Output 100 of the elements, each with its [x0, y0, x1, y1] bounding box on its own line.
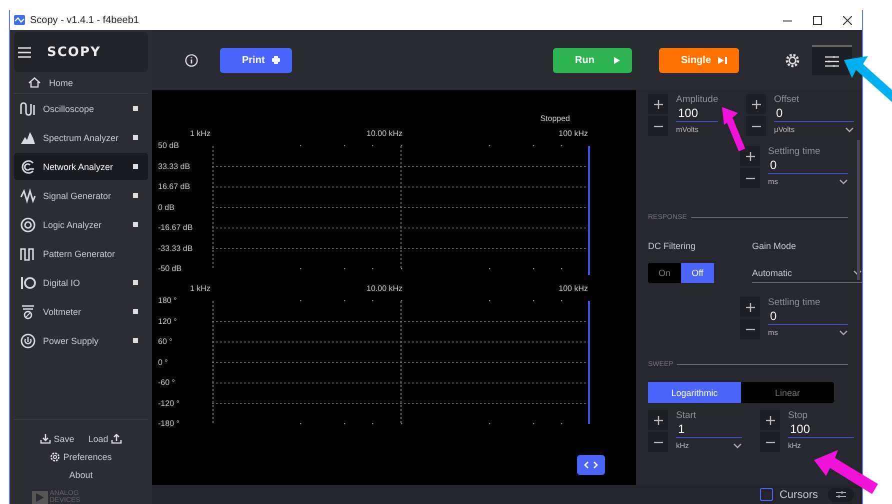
home-link[interactable]: Home [14, 72, 148, 94]
field-label: Stop [788, 410, 809, 422]
cursors-checkbox[interactable]: Cursors [760, 488, 818, 501]
download-icon [40, 434, 51, 444]
increment-button[interactable] [746, 94, 766, 114]
sidebar-item[interactable]: Voltmeter [14, 298, 148, 325]
field-label: Start [676, 410, 698, 422]
axis-label: -16.67 dB [158, 222, 194, 234]
decrement-button[interactable] [648, 116, 668, 136]
chevron-down-icon [839, 330, 848, 336]
decrement-button[interactable] [648, 432, 668, 452]
increment-button[interactable] [740, 297, 760, 317]
status-label: Stopped [540, 114, 570, 123]
print-button[interactable]: Print [220, 48, 292, 72]
sidebar-item[interactable]: Logic Analyzer [14, 211, 148, 238]
axis-label: 100 kHz [558, 128, 588, 138]
bar-circle-icon [20, 274, 36, 290]
field-label: Gain Mode [752, 241, 798, 251]
meter-icon [20, 304, 36, 320]
toggle-option[interactable]: On [648, 263, 681, 283]
axis-label: 0 dB [158, 202, 176, 214]
plus-icon [766, 416, 774, 424]
value-field[interactable]: 0 [768, 158, 848, 174]
pointer-arrow [842, 54, 892, 104]
decrement-button[interactable] [760, 432, 780, 452]
step-icon [718, 56, 727, 64]
settings-button[interactable] [785, 52, 800, 68]
plus-icon [654, 416, 662, 424]
increment-button[interactable] [760, 410, 780, 430]
info-button[interactable] [185, 54, 198, 66]
plus-icon [654, 100, 662, 108]
app-logo: SCOPY [47, 44, 101, 60]
axis-label: 120 ° [158, 316, 178, 328]
pointer-arrow [721, 106, 745, 152]
wave-icon [20, 100, 36, 116]
sliders-icon [836, 491, 846, 498]
field-label: Amplitude [676, 94, 718, 106]
chevron-down-icon [839, 178, 848, 184]
axis-label: 100 kHz [558, 284, 588, 292]
save-button[interactable]: Save [40, 434, 74, 444]
chevron-down-icon [853, 270, 862, 276]
toggle-option[interactable]: Off [681, 263, 714, 283]
increment-button[interactable] [648, 94, 668, 114]
gain-mode-dropdown[interactable]: Automatic [752, 263, 862, 283]
axis-label: 33.33 dB [158, 160, 192, 172]
value-field[interactable]: 100 [788, 422, 854, 438]
chevron-down-icon [845, 126, 854, 132]
settings-icon [785, 52, 800, 68]
sidebar-item[interactable]: Network Analyzer [14, 153, 148, 180]
spiral-icon [20, 158, 36, 174]
axis-label: -50 dB [158, 263, 183, 275]
axis-label: 60 ° [158, 336, 174, 348]
close-icon [842, 16, 852, 24]
axis-label: 50 dB [158, 140, 180, 152]
axis-label: 10.00 kHz [366, 284, 403, 292]
sidebar-item[interactable]: Digital IO [14, 269, 148, 296]
upload-icon [111, 434, 122, 444]
sliders-button[interactable] [828, 488, 854, 502]
about-button[interactable]: About [69, 470, 93, 480]
axis-label: 0 ° [158, 356, 169, 368]
axis-label: 1 kHz [190, 284, 210, 292]
scale-option[interactable]: Linear [741, 382, 834, 403]
decrement-button[interactable] [740, 168, 760, 188]
printer-icon [272, 56, 280, 64]
decrement-button[interactable] [740, 319, 760, 339]
plus-icon [752, 100, 760, 108]
axis-label: 180 ° [158, 295, 178, 307]
power-icon [20, 332, 36, 348]
sidebar-item[interactable]: Signal Generator [14, 182, 148, 209]
preferences-button[interactable]: Preferences [50, 452, 112, 462]
sidebar-item[interactable]: Oscilloscope [14, 95, 148, 122]
value-field[interactable]: 1 [676, 422, 742, 438]
info-icon [185, 54, 198, 66]
sidebar-item[interactable]: Spectrum Analyzer [14, 124, 148, 151]
maximize-icon [812, 16, 822, 24]
decrement-button[interactable] [746, 116, 766, 136]
settings-icon [50, 452, 60, 462]
zigzag-icon [20, 188, 36, 204]
field-label: Settling time [768, 297, 822, 309]
axis-label: -180 ° [158, 418, 180, 430]
house-icon [28, 77, 41, 88]
field-label: DC Filtering [648, 241, 697, 251]
mountain-icon [20, 130, 36, 146]
sidebar-item[interactable]: Power Supply [14, 327, 148, 354]
target-icon [20, 216, 36, 232]
increment-button[interactable] [740, 146, 760, 166]
chevron-down-icon [733, 442, 742, 448]
value-field[interactable]: 0 [774, 106, 854, 122]
menu-button[interactable] [812, 45, 852, 75]
scale-option[interactable]: Logarithmic [648, 382, 741, 403]
value-field[interactable]: 100 [676, 106, 718, 122]
axis-label: 1 kHz [190, 128, 210, 138]
axis-label: 10.00 kHz [366, 128, 403, 138]
increment-button[interactable] [648, 410, 668, 430]
value-field[interactable]: 0 [768, 309, 848, 325]
app-icon [14, 15, 25, 25]
load-button[interactable]: Load [88, 434, 122, 444]
cursor-handle[interactable] [577, 455, 605, 475]
menu-icon[interactable] [18, 46, 31, 58]
sidebar-item[interactable]: Pattern Generator [14, 240, 148, 267]
